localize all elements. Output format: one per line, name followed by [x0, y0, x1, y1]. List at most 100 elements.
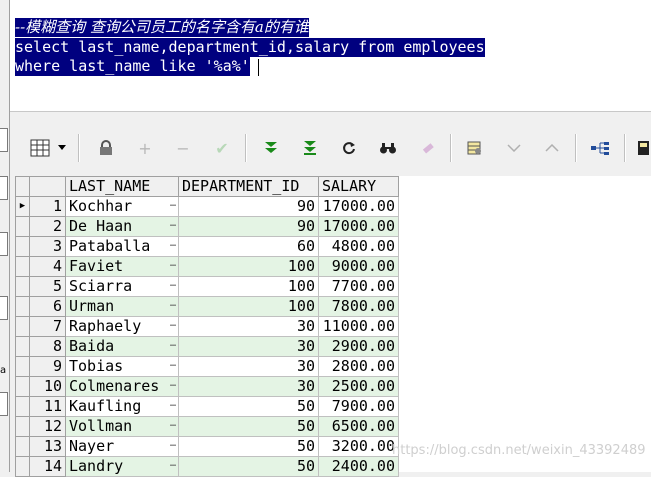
add-record-icon[interactable]: +	[133, 136, 157, 160]
tree-view-icon[interactable]	[588, 136, 612, 160]
salary-cell[interactable]: 17000.00	[318, 196, 399, 217]
last-name-cell[interactable]: Sciarra…	[65, 276, 179, 297]
cell-editor-button-icon[interactable]: …	[170, 238, 176, 254]
lock-icon[interactable]	[94, 136, 118, 160]
grid-layout-icon[interactable]	[28, 136, 52, 160]
find-icon[interactable]	[376, 136, 400, 160]
salary-cell-text: 4800.00	[331, 237, 395, 256]
table-row[interactable]: 8 Baida … 30 2900.00	[15, 336, 399, 357]
salary-cell[interactable]: 2500.00	[318, 376, 399, 397]
cell-editor-button-icon[interactable]: …	[170, 258, 176, 274]
department-id-cell[interactable]: 30	[178, 336, 319, 357]
sort-ascending-icon[interactable]	[540, 136, 564, 160]
salary-cell[interactable]: 11000.00	[318, 316, 399, 337]
salary-cell[interactable]: 4800.00	[318, 236, 399, 257]
salary-cell[interactable]: 2400.00	[318, 456, 399, 477]
cell-editor-button-icon[interactable]: …	[170, 418, 176, 434]
last-name-cell[interactable]: Baida…	[65, 336, 179, 357]
last-name-cell[interactable]: Faviet…	[65, 256, 179, 277]
table-row[interactable]: 9 Tobias … 30 2800.00	[15, 356, 399, 377]
sql-editor[interactable]: --模糊查询 查询公司员工的名字含有a的有谁 select last_name,…	[10, 0, 651, 111]
last-name-cell[interactable]: Landry…	[65, 456, 179, 477]
department-id-cell[interactable]: 60	[178, 236, 319, 257]
table-row[interactable]: 7 Raphaely … 30 11000.00	[15, 316, 399, 337]
cell-editor-button-icon[interactable]: …	[170, 378, 176, 394]
cell-editor-button-icon[interactable]: …	[170, 438, 176, 454]
salary-cell[interactable]: 2900.00	[318, 336, 399, 357]
department-id-cell[interactable]: 100	[178, 256, 319, 277]
last-name-cell[interactable]: De Haan…	[65, 216, 179, 237]
table-row[interactable]: 2 De Haan … 90 17000.00	[15, 216, 399, 237]
last-name-cell[interactable]: Vollman…	[65, 416, 179, 437]
fetch-last-icon[interactable]	[298, 136, 322, 160]
left-panel-tab[interactable]	[0, 176, 8, 200]
left-panel-tab[interactable]	[0, 128, 8, 152]
salary-cell[interactable]: 9000.00	[318, 256, 399, 277]
cell-editor-button-icon[interactable]: …	[170, 198, 176, 214]
department-id-cell[interactable]: 90	[178, 196, 319, 217]
department-id-cell[interactable]: 30	[178, 376, 319, 397]
cell-editor-button-icon[interactable]: …	[170, 278, 176, 294]
cell-editor-button-icon[interactable]: …	[170, 318, 176, 334]
table-row[interactable]: 6 Urman … 100 7800.00	[15, 296, 399, 317]
left-panel-tab[interactable]	[0, 296, 8, 320]
salary-cell[interactable]: 2800.00	[318, 356, 399, 377]
table-row[interactable]: 4 Faviet … 100 9000.00	[15, 256, 399, 277]
department-id-cell[interactable]: 50	[178, 396, 319, 417]
column-header-last-name[interactable]: LAST_NAME	[65, 176, 179, 197]
table-row[interactable]: 10 Colmenares … 30 2500.00	[15, 376, 399, 397]
refresh-icon[interactable]	[337, 136, 361, 160]
department-id-cell[interactable]: 30	[178, 356, 319, 377]
salary-cell[interactable]: 7800.00	[318, 296, 399, 317]
last-name-cell[interactable]: Nayer…	[65, 436, 179, 457]
row-number-cell: 13	[29, 436, 66, 457]
department-id-cell[interactable]: 30	[178, 316, 319, 337]
sort-descending-icon[interactable]	[502, 136, 526, 160]
cell-editor-button-icon[interactable]: …	[170, 338, 176, 354]
cell-editor-button-icon[interactable]: …	[170, 298, 176, 314]
last-name-cell[interactable]: Kaufling…	[65, 396, 179, 417]
cell-editor-button-icon[interactable]: …	[170, 358, 176, 374]
post-edit-icon[interactable]: ✔	[210, 136, 234, 160]
salary-cell[interactable]: 7700.00	[318, 276, 399, 297]
department-id-cell[interactable]: 50	[178, 436, 319, 457]
salary-cell[interactable]: 7900.00	[318, 396, 399, 417]
row-indicator	[15, 376, 30, 397]
salary-cell[interactable]: 6500.00	[318, 416, 399, 437]
fetch-next-icon[interactable]	[259, 136, 283, 160]
left-panel-tab[interactable]	[0, 392, 8, 416]
column-header-department-id[interactable]: DEPARTMENT_ID	[178, 176, 319, 197]
result-grid[interactable]: LAST_NAME DEPARTMENT_ID SALARY ▶ 1 Kochhar…	[15, 176, 651, 477]
department-id-cell[interactable]: 100	[178, 296, 319, 317]
last-name-cell[interactable]: Raphaely…	[65, 316, 179, 337]
table-row[interactable]: 13 Nayer … 50 3200.00	[15, 436, 399, 457]
cell-editor-button-icon[interactable]: …	[170, 218, 176, 234]
salary-cell[interactable]: 17000.00	[318, 216, 399, 237]
department-id-cell[interactable]: 100	[178, 276, 319, 297]
table-row[interactable]: 12 Vollman … 50 6500.00	[15, 416, 399, 437]
export-icon[interactable]	[636, 136, 651, 160]
dropdown-arrow-icon[interactable]	[55, 136, 69, 160]
delete-record-icon[interactable]: −	[171, 136, 195, 160]
left-panel-tab[interactable]	[0, 232, 8, 256]
last-name-cell[interactable]: Urman…	[65, 296, 179, 317]
department-id-cell[interactable]: 90	[178, 216, 319, 237]
column-header-salary[interactable]: SALARY	[318, 176, 399, 197]
table-row[interactable]: ▶ 1 Kochhar … 90 17000.00	[15, 196, 399, 217]
clear-icon[interactable]	[415, 136, 439, 160]
last-name-cell[interactable]: Tobias…	[65, 356, 179, 377]
department-id-cell[interactable]: 50	[178, 416, 319, 437]
query-by-example-icon[interactable]	[463, 136, 487, 160]
salary-cell[interactable]: 3200.00	[318, 436, 399, 457]
table-row[interactable]: 5 Sciarra … 100 7700.00	[15, 276, 399, 297]
department-id-cell-text: 90	[296, 197, 315, 216]
last-name-cell[interactable]: Pataballa…	[65, 236, 179, 257]
department-id-cell[interactable]: 50	[178, 456, 319, 477]
table-row[interactable]: 14 Landry … 50 2400.00	[15, 456, 399, 477]
cell-editor-button-icon[interactable]: …	[170, 398, 176, 414]
cell-editor-button-icon[interactable]: …	[170, 458, 176, 474]
table-row[interactable]: 11 Kaufling … 50 7900.00	[15, 396, 399, 417]
table-row[interactable]: 3 Pataballa … 60 4800.00	[15, 236, 399, 257]
last-name-cell[interactable]: Kochhar…	[65, 196, 179, 217]
last-name-cell[interactable]: Colmenares…	[65, 376, 179, 397]
